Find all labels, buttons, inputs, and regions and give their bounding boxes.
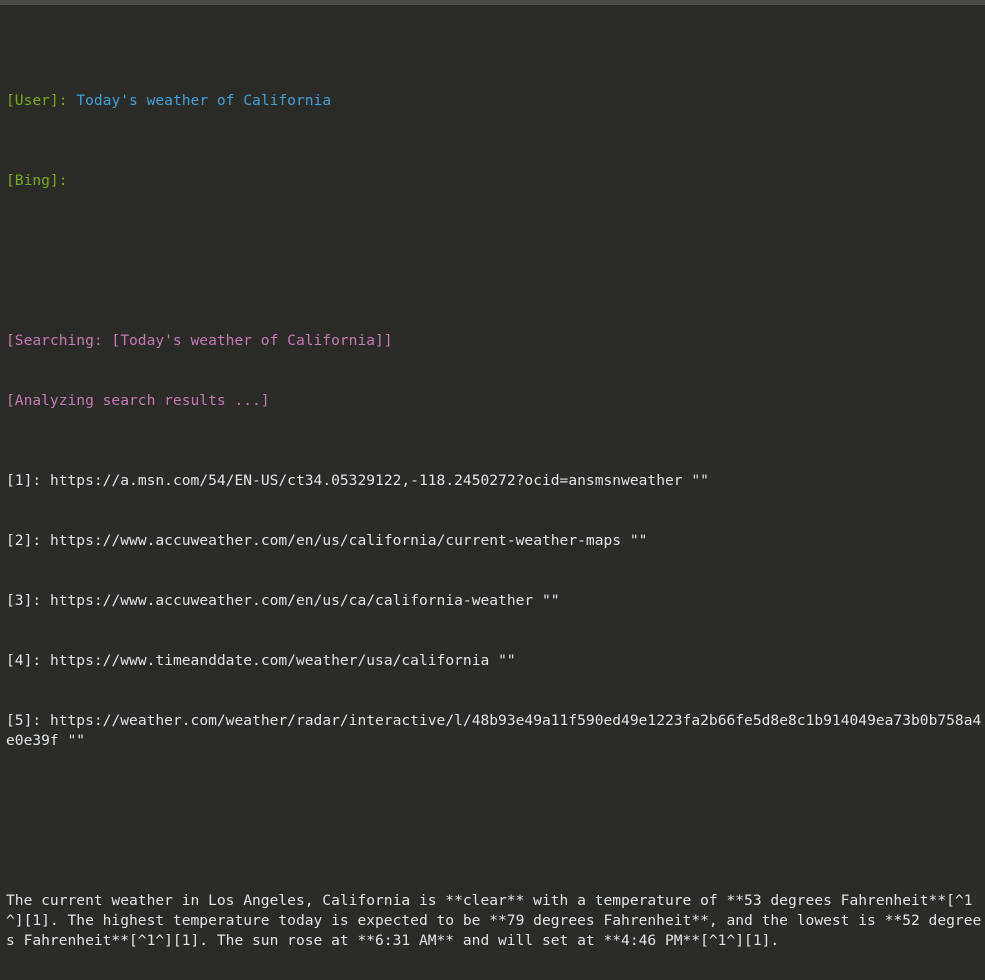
source-index: [1]: bbox=[6, 472, 42, 489]
source-quotes: "" bbox=[498, 652, 516, 669]
source-index: [5]: bbox=[6, 712, 42, 729]
source-item[interactable]: [2]: https://www.accuweather.com/en/us/c… bbox=[6, 531, 985, 551]
source-index: [3]: bbox=[6, 592, 42, 609]
turn1-searching-status: [Searching: [Today's weather of Californ… bbox=[6, 332, 393, 349]
source-item[interactable]: [4]: https://www.timeanddate.com/weather… bbox=[6, 651, 985, 671]
source-quotes: "" bbox=[629, 532, 648, 549]
source-url[interactable]: https://www.timeanddate.com/weather/usa/… bbox=[50, 652, 489, 669]
terminal-transcript[interactable]: [User]: Today's weather of California [B… bbox=[0, 5, 985, 980]
source-quotes: "" bbox=[67, 732, 86, 749]
source-item[interactable]: [3]: https://www.accuweather.com/en/us/c… bbox=[6, 591, 985, 611]
bing-prefix-label: [Bing]: bbox=[6, 172, 68, 189]
turn1-user-prompt: Today's weather of California bbox=[76, 92, 332, 109]
turn1-answer-paragraph-1: The current weather in Los Angeles, Cali… bbox=[6, 892, 982, 949]
source-item[interactable]: [1]: https://a.msn.com/54/EN-US/ct34.053… bbox=[6, 471, 985, 491]
source-url[interactable]: https://weather.com/weather/radar/intera… bbox=[6, 712, 981, 749]
user-prefix-label: [User]: bbox=[6, 92, 68, 109]
source-url[interactable]: https://www.accuweather.com/en/us/califo… bbox=[50, 532, 621, 549]
source-quotes: "" bbox=[542, 592, 560, 609]
source-index: [4]: bbox=[6, 652, 42, 669]
turn1-analyzing-status: [Analyzing search results ...] bbox=[6, 392, 270, 409]
source-index: [2]: bbox=[6, 532, 42, 549]
source-quotes: "" bbox=[691, 472, 709, 489]
source-url[interactable]: https://a.msn.com/54/EN-US/ct34.05329122… bbox=[50, 472, 683, 489]
source-url[interactable]: https://www.accuweather.com/en/us/ca/cal… bbox=[50, 592, 533, 609]
turn1-user-line: [User]: Today's weather of California bbox=[6, 91, 985, 111]
turn1-bing-line: [Bing]: bbox=[6, 171, 985, 191]
source-item[interactable]: [5]: https://weather.com/weather/radar/i… bbox=[6, 711, 985, 751]
